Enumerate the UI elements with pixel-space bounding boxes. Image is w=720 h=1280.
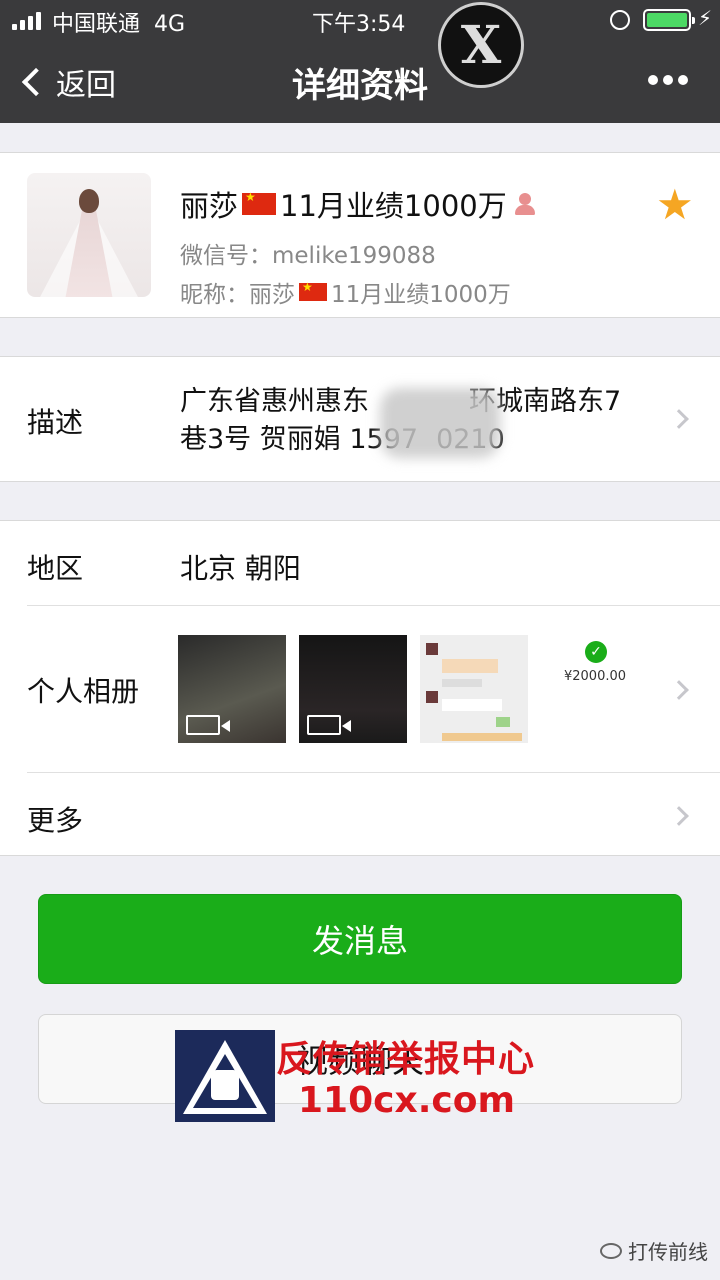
profile-card: 丽莎 11月业绩1000万 微信号：melike199088 昵称： 丽莎 11… <box>0 152 720 318</box>
profile-name: 丽莎 11月业绩1000万 <box>180 183 537 225</box>
top-bar: 中国联通 4G 下午3:54 ⚡ 返回 详细资料 <box>0 0 720 123</box>
watermark-logo <box>175 1030 275 1122</box>
name-prefix: 丽莎 <box>180 189 239 223</box>
description-line1-start: 广东省惠州惠东 <box>180 386 369 417</box>
overlay-logo: X <box>438 2 524 88</box>
region-label: 地区 <box>27 552 84 585</box>
watermark-title: 反传销举报中心 <box>276 1039 536 1080</box>
status-time: 下午3:54 <box>312 12 406 37</box>
battery-icon <box>643 9 695 31</box>
star-icon[interactable]: ★ <box>656 180 694 229</box>
corner-watermark-text: 打传前线 <box>628 1240 708 1264</box>
name-suffix: 11月业绩1000万 <box>280 189 507 223</box>
chevron-right-icon <box>669 409 689 429</box>
status-bar: 中国联通 4G 下午3:54 ⚡ <box>0 0 720 40</box>
avatar[interactable] <box>27 173 151 297</box>
more-dots-icon[interactable] <box>648 70 698 90</box>
nickname-prefix: 丽莎 <box>249 282 295 308</box>
person-icon <box>513 192 537 216</box>
wechat-id: 微信号：melike199088 <box>180 243 436 269</box>
redaction-blur <box>380 388 500 458</box>
album-thumbnail[interactable]: ✓ ¥2000.00 <box>541 635 649 743</box>
back-label: 返回 <box>56 68 116 103</box>
send-message-button[interactable]: 发消息 <box>38 894 682 984</box>
carrier-name: 中国联通 4G <box>52 12 186 37</box>
watermark-url: 110cx.com <box>298 1080 515 1121</box>
region-value: 北京 朝阳 <box>180 552 301 585</box>
more-row[interactable]: 更多 <box>0 773 720 857</box>
album-thumbnail[interactable] <box>299 635 407 743</box>
description-row[interactable]: 描述 广东省惠州惠东环城南路东7 巷3号 贺丽娟 15970210 <box>0 356 720 482</box>
album-thumbnail[interactable] <box>420 635 528 743</box>
nickname: 昵称： 丽莎 11月业绩1000万 <box>180 275 511 309</box>
region-row: 地区 北京 朝阳 <box>0 521 720 605</box>
corner-watermark: 打传前线 <box>600 1236 708 1265</box>
chevron-left-icon <box>21 67 51 97</box>
back-button[interactable]: 返回 <box>18 60 116 104</box>
transfer-amount: ¥2000.00 <box>563 669 627 684</box>
nickname-label: 昵称： <box>180 282 249 308</box>
chat-bubble-icon <box>600 1242 622 1259</box>
chevron-right-icon <box>669 680 689 700</box>
rotation-lock-icon <box>610 10 630 30</box>
signal-icon <box>12 10 48 30</box>
video-icon <box>186 715 230 735</box>
nickname-suffix: 11月业绩1000万 <box>331 282 511 308</box>
info-section: 地区 北京 朝阳 个人相册 ✓ ¥2000.00 更多 <box>0 520 720 856</box>
chevron-right-icon <box>669 806 689 826</box>
more-label: 更多 <box>27 804 84 837</box>
video-icon <box>307 715 351 735</box>
album-thumbnail[interactable] <box>178 635 286 743</box>
china-flag-icon <box>242 190 277 215</box>
album-label: 个人相册 <box>27 675 140 708</box>
charging-icon: ⚡ <box>698 6 713 30</box>
china-flag-icon <box>299 280 327 301</box>
network-type: 4G <box>154 12 186 37</box>
check-icon: ✓ <box>585 641 607 663</box>
description-label: 描述 <box>27 406 84 439</box>
